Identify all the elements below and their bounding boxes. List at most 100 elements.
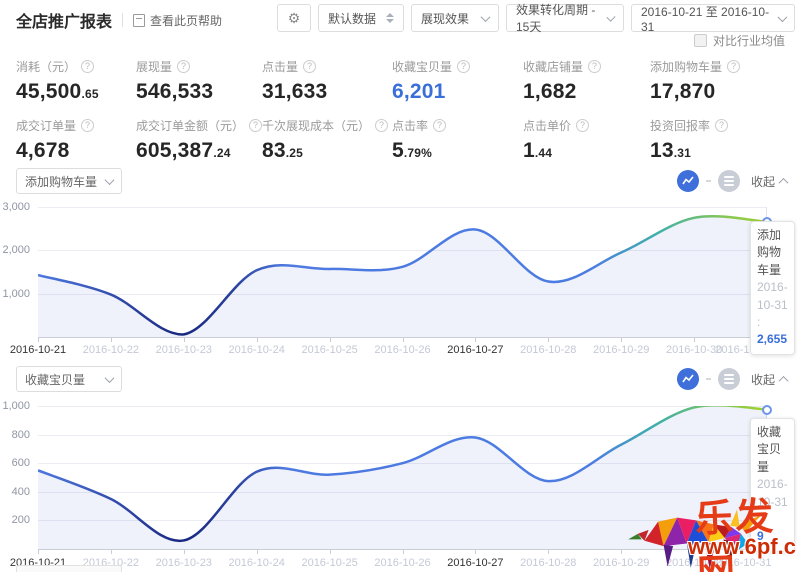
collapse-button[interactable]: 收起	[751, 371, 787, 388]
axis-tick	[403, 550, 404, 554]
date-range-value: 2016-10-21 至 2016-10-31	[641, 3, 771, 34]
y-tick-label: 1,000	[2, 288, 30, 300]
store-promotion-report-page: 全店推广报表 查看此页帮助 ⚙ 默认数据 展现效果 效果转化周期 - 15天	[0, 0, 797, 572]
plot-area[interactable]	[38, 406, 767, 555]
chevron-down-icon	[777, 12, 787, 22]
y-tick-label: 800	[12, 429, 30, 441]
tooltip-series: 添加购物车量	[757, 227, 788, 279]
x-tick-label: 2016-10-28	[520, 557, 576, 569]
chart-section-add-to-cart: 添加购物车量 收起 1,0002,0003,000	[0, 166, 797, 364]
question-circle-icon[interactable]: ?	[576, 119, 589, 132]
y-axis: 1,0002,0003,000	[0, 207, 34, 337]
metric-label: 收藏宝贝量	[392, 58, 452, 75]
chevron-down-icon	[607, 12, 616, 21]
metric-card: 点击单价? 1.44	[523, 117, 650, 163]
chart-metric-select-value: 收藏宝贝量	[25, 371, 85, 388]
line-chart-icon	[682, 175, 694, 187]
metric-label: 投资回报率	[650, 117, 710, 134]
axis-tick	[694, 338, 695, 342]
date-range-select[interactable]: 2016-10-21 至 2016-10-31	[631, 4, 795, 32]
x-tick-label: 2016-10-27	[447, 557, 503, 569]
help-label: 查看此页帮助	[150, 12, 222, 29]
metric-value: 31,633	[262, 80, 392, 104]
compare-industry-row: 对比行业均值	[694, 32, 785, 49]
question-circle-icon[interactable]: ?	[177, 60, 190, 73]
page-title: 全店推广报表	[16, 8, 112, 32]
compare-checkbox[interactable]	[694, 34, 707, 47]
x-tick-label: 2016-10-30	[666, 344, 722, 356]
axis-tick	[257, 550, 258, 554]
area-line-chart	[38, 406, 767, 549]
tooltip-date: 2016-10-31 :	[757, 279, 788, 331]
metric-label: 收藏店铺量	[523, 58, 583, 75]
question-circle-icon[interactable]: ?	[727, 60, 740, 73]
question-circle-icon[interactable]: ?	[303, 60, 316, 73]
metric-card: 添加购物车量? 17,870	[650, 58, 797, 104]
x-tick-label: 2016-10-26	[374, 344, 430, 356]
question-circle-icon[interactable]: ?	[588, 60, 601, 73]
metric-select-partial[interactable]	[16, 565, 122, 572]
axis-tick	[403, 338, 404, 342]
axis-tick	[330, 338, 331, 342]
metric-value: 546,533	[136, 80, 262, 104]
plot-canvas	[38, 207, 767, 338]
metric-card: 投资回报率? 13.31	[650, 117, 797, 163]
metric-card: 千次展现成本（元）? 83.25	[262, 117, 392, 163]
axis-tick	[38, 550, 39, 554]
axis-tick	[111, 550, 112, 554]
x-tick-label: 2016-10-22	[83, 344, 139, 356]
question-circle-icon[interactable]: ?	[81, 60, 94, 73]
chart-metric-select[interactable]: 添加购物车量	[16, 168, 122, 194]
x-tick-label: 2016-10-24	[229, 557, 285, 569]
question-circle-icon[interactable]: ?	[715, 119, 728, 132]
axis-tick	[475, 338, 476, 342]
y-tick-label: 600	[12, 457, 30, 469]
line-chart-view-button[interactable]	[677, 170, 699, 192]
data-source-select[interactable]: 默认数据	[318, 4, 404, 32]
x-tick-label: 2016-10-30	[666, 557, 722, 569]
axis-tick	[111, 338, 112, 342]
settings-button[interactable]: ⚙	[277, 4, 311, 32]
y-tick-label: 1,000	[2, 400, 30, 412]
question-circle-icon[interactable]: ?	[81, 119, 94, 132]
topbar: 全店推广报表 查看此页帮助 ⚙ 默认数据 展现效果 效果转化周期 - 15天	[16, 4, 795, 32]
axis-tick	[38, 338, 39, 342]
line-chart-view-button[interactable]	[677, 368, 699, 390]
x-axis: 2016-10-212016-10-222016-10-232016-10-24…	[0, 344, 797, 358]
data-point-marker	[762, 405, 772, 415]
metric-card: 成交订单金额（元）? 605,387.24	[136, 117, 262, 163]
question-circle-icon[interactable]: ?	[249, 119, 262, 132]
question-circle-icon[interactable]: ?	[433, 119, 446, 132]
compare-label: 对比行业均值	[713, 32, 785, 49]
collapse-button[interactable]: 收起	[751, 173, 787, 190]
chevron-down-icon	[105, 175, 115, 185]
chart-metric-select[interactable]: 收藏宝贝量	[16, 366, 122, 392]
axis-tick	[330, 550, 331, 554]
chevron-down-icon	[481, 12, 491, 22]
metric-card: 展现量? 546,533	[136, 58, 262, 104]
axis-tick	[257, 338, 258, 342]
chevron-up-icon	[779, 177, 789, 187]
metric-label: 成交订单量	[16, 117, 76, 134]
table-view-button[interactable]	[718, 368, 740, 390]
effect-select[interactable]: 展现效果	[411, 4, 499, 32]
axis-tick	[548, 338, 549, 342]
y-tick-label: 3,000	[2, 201, 30, 213]
conversion-period-select[interactable]: 效果转化周期 - 15天	[506, 4, 624, 32]
table-view-button[interactable]	[718, 170, 740, 192]
question-circle-icon[interactable]: ?	[457, 60, 470, 73]
collapse-label: 收起	[751, 371, 775, 388]
conversion-period-value: 效果转化周期 - 15天	[516, 1, 600, 35]
area-line-chart	[38, 207, 767, 337]
x-tick-label: 2016-10-28	[520, 344, 576, 356]
plot-area[interactable]	[38, 207, 767, 343]
help-icon	[133, 14, 145, 27]
question-circle-icon[interactable]: ?	[375, 119, 388, 132]
y-axis: 2004006008001,000	[0, 406, 34, 549]
axis-tick	[621, 550, 622, 554]
x-tick-label: 2016-10-29	[593, 557, 649, 569]
plot-canvas	[38, 406, 767, 550]
spinner-icon	[386, 13, 394, 23]
x-tick-label: 2016-10-21	[10, 344, 66, 356]
help-link[interactable]: 查看此页帮助	[133, 12, 222, 29]
